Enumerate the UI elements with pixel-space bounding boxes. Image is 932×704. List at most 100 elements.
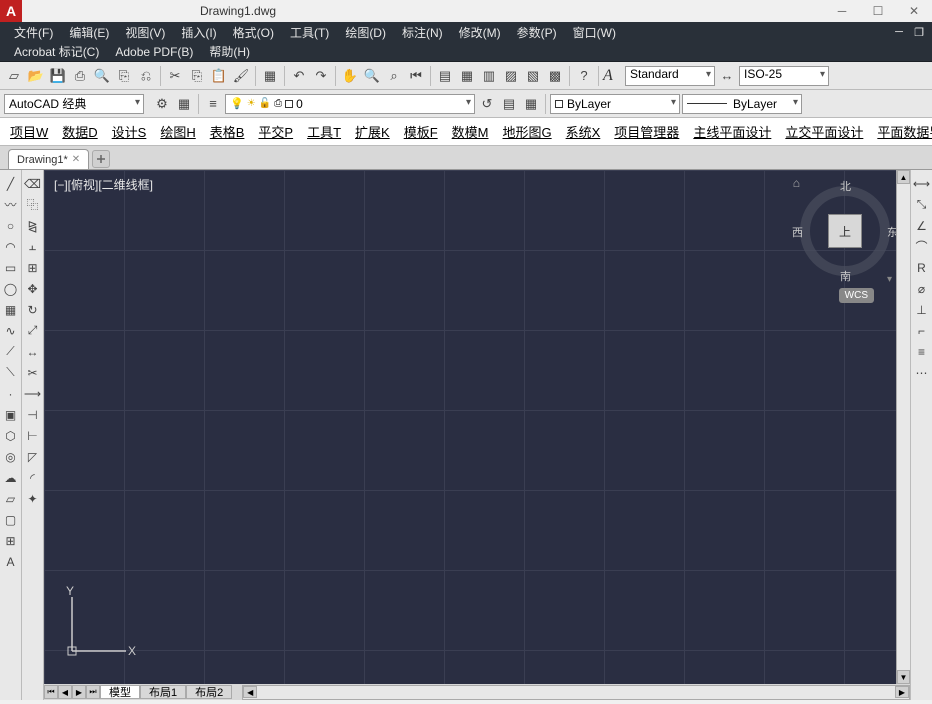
tab-prev-icon[interactable]: ◀ — [58, 685, 72, 699]
viewcube-west-label[interactable]: 西 — [792, 224, 803, 240]
paste-icon[interactable]: 📋 — [209, 66, 229, 86]
construction-line-icon[interactable]: ⟋ — [1, 342, 21, 361]
markup-icon[interactable]: ▧ — [523, 66, 543, 86]
ctab-mainline[interactable]: 主线平面设计 — [687, 122, 777, 141]
extend-icon[interactable]: ⟶ — [23, 384, 43, 403]
cut-icon[interactable]: ✂ — [165, 66, 185, 86]
tab-next-icon[interactable]: ▶ — [72, 685, 86, 699]
ctab-extension[interactable]: 扩展K — [349, 122, 396, 141]
undo-icon[interactable]: ↶ — [289, 66, 309, 86]
wcs-badge[interactable]: WCS — [839, 288, 874, 303]
dim-diameter-icon[interactable]: ⌀ — [913, 279, 931, 298]
dim-ordinate-icon[interactable]: ⊥ — [913, 300, 931, 319]
dim-jogged-icon[interactable]: ⌐ — [913, 321, 931, 340]
dim-radius-icon[interactable]: R — [913, 258, 931, 277]
properties-icon[interactable]: ▤ — [435, 66, 455, 86]
polygon-icon[interactable]: ⬡ — [1, 426, 21, 445]
viewcube-north-label[interactable]: 北 — [840, 178, 851, 194]
menu-parameters[interactable]: 参数(P) — [509, 24, 565, 41]
ctab-data-io[interactable]: 平面数据导入/导出 — [871, 122, 932, 141]
spline-icon[interactable]: ∿ — [1, 321, 21, 340]
donut-icon[interactable]: ◎ — [1, 447, 21, 466]
ctab-system[interactable]: 系统X — [560, 122, 607, 141]
ctab-nummodel[interactable]: 数模M — [446, 122, 495, 141]
new-icon[interactable]: ▱ — [4, 66, 24, 86]
layer-dropdown[interactable]: 💡 ☀ 🔓 ⎙ 0 — [225, 94, 475, 114]
app-logo[interactable]: A — [0, 0, 22, 22]
fillet-icon[interactable]: ◜ — [23, 468, 43, 487]
layout-tab-model[interactable]: 模型 — [100, 685, 140, 699]
dim-continue-icon[interactable]: ⋯ — [913, 363, 931, 382]
block-icon[interactable]: ▣ — [1, 405, 21, 424]
dim-linear-icon[interactable]: ⟷ — [913, 174, 931, 193]
linetype-dropdown[interactable]: ByLayer — [682, 94, 802, 114]
minimize-button[interactable]: ─ — [824, 0, 860, 22]
layout-tab-layout2[interactable]: 布局2 — [186, 685, 232, 699]
scroll-left-icon[interactable]: ◀ — [243, 686, 257, 698]
circle-icon[interactable]: ○ — [1, 216, 21, 235]
move-icon[interactable]: ✥ — [23, 279, 43, 298]
open-icon[interactable]: 📂 — [26, 66, 46, 86]
viewcube[interactable]: 上 北 南 东 西 — [800, 186, 890, 276]
break-icon[interactable]: ⊣ — [23, 405, 43, 424]
erase-icon[interactable]: ⌫ — [23, 174, 43, 193]
horizontal-scrollbar[interactable]: ◀ ▶ — [242, 685, 910, 700]
menu-acrobat-markup[interactable]: Acrobat 标记(C) — [6, 43, 107, 60]
ctab-tools[interactable]: 工具T — [301, 122, 347, 141]
dim-aligned-icon[interactable]: ⤡ — [913, 195, 931, 214]
ray-icon[interactable]: ⟍ — [1, 363, 21, 382]
chamfer-icon[interactable]: ◸ — [23, 447, 43, 466]
layer-states-icon[interactable]: ▤ — [499, 94, 519, 114]
copy-icon[interactable]: ⎘ — [187, 66, 207, 86]
table-icon[interactable]: ⊞ — [1, 531, 21, 550]
menu-edit[interactable]: 编辑(E) — [61, 24, 117, 41]
viewcube-top-face[interactable]: 上 — [828, 214, 862, 248]
viewport-label[interactable]: [−][俯视][二维线框] — [54, 176, 153, 193]
help-icon[interactable]: ? — [574, 66, 594, 86]
ctab-data[interactable]: 数据D — [56, 122, 103, 141]
workspace-dropdown[interactable]: AutoCAD 经典 — [4, 94, 144, 114]
scroll-up-icon[interactable]: ▲ — [897, 170, 910, 184]
point-icon[interactable]: · — [1, 384, 21, 403]
copy-object-icon[interactable]: ⿻ — [23, 195, 43, 214]
menu-modify[interactable]: 修改(M) — [451, 24, 509, 41]
menu-window[interactable]: 窗口(W) — [565, 24, 624, 41]
ctab-project-manager[interactable]: 项目管理器 — [608, 122, 685, 141]
menu-draw[interactable]: 绘图(D) — [337, 24, 394, 41]
viewcube-menu-icon[interactable]: ▾ — [887, 274, 892, 285]
rotate-icon[interactable]: ↻ — [23, 300, 43, 319]
pan-icon[interactable]: ✋ — [340, 66, 360, 86]
print-preview-icon[interactable]: 🔍 — [92, 66, 112, 86]
menu-dimension[interactable]: 标注(N) — [394, 24, 451, 41]
zoom-previous-icon[interactable]: ⏮ — [406, 66, 426, 86]
dim-baseline-icon[interactable]: ≡ — [913, 342, 931, 361]
save-icon[interactable]: 💾 — [48, 66, 68, 86]
tab-first-icon[interactable]: ⏮ — [44, 685, 58, 699]
scroll-right-icon[interactable]: ▶ — [895, 686, 909, 698]
workspace-save-icon[interactable]: ▦ — [174, 94, 194, 114]
ctab-project[interactable]: 项目W — [4, 122, 54, 141]
ctab-draw[interactable]: 绘图H — [154, 122, 201, 141]
ctab-template[interactable]: 模板F — [398, 122, 444, 141]
line-icon[interactable]: ╱ — [1, 174, 21, 193]
color-control-dropdown[interactable]: ByLayer — [550, 94, 680, 114]
scale-icon[interactable]: ⤢ — [23, 321, 43, 340]
new-tab-button[interactable] — [92, 150, 110, 168]
maximize-button[interactable]: ☐ — [860, 0, 896, 22]
menu-insert[interactable]: 插入(I) — [173, 24, 224, 41]
arc-icon[interactable]: ◠ — [1, 237, 21, 256]
close-button[interactable]: ✕ — [896, 0, 932, 22]
drawing-viewport[interactable]: [−][俯视][二维线框] ⌂ 上 北 南 东 西 ▾ WCS Y X — [44, 170, 910, 684]
textstyle-dropdown[interactable]: Standard — [625, 66, 715, 86]
sheet-set-icon[interactable]: ▨ — [501, 66, 521, 86]
close-tab-icon[interactable]: ✕ — [72, 154, 80, 165]
ctab-table[interactable]: 表格B — [204, 122, 251, 141]
zoom-realtime-icon[interactable]: 🔍 — [362, 66, 382, 86]
menu-help[interactable]: 帮助(H) — [201, 43, 258, 60]
revision-cloud-icon[interactable]: ☁ — [1, 468, 21, 487]
dimstyle-dropdown[interactable]: ISO-25 — [739, 66, 829, 86]
stretch-icon[interactable]: ↔ — [23, 342, 43, 361]
tab-last-icon[interactable]: ⏭ — [86, 685, 100, 699]
layer-properties-icon[interactable]: ≡ — [203, 94, 223, 114]
redo-icon[interactable]: ↷ — [311, 66, 331, 86]
